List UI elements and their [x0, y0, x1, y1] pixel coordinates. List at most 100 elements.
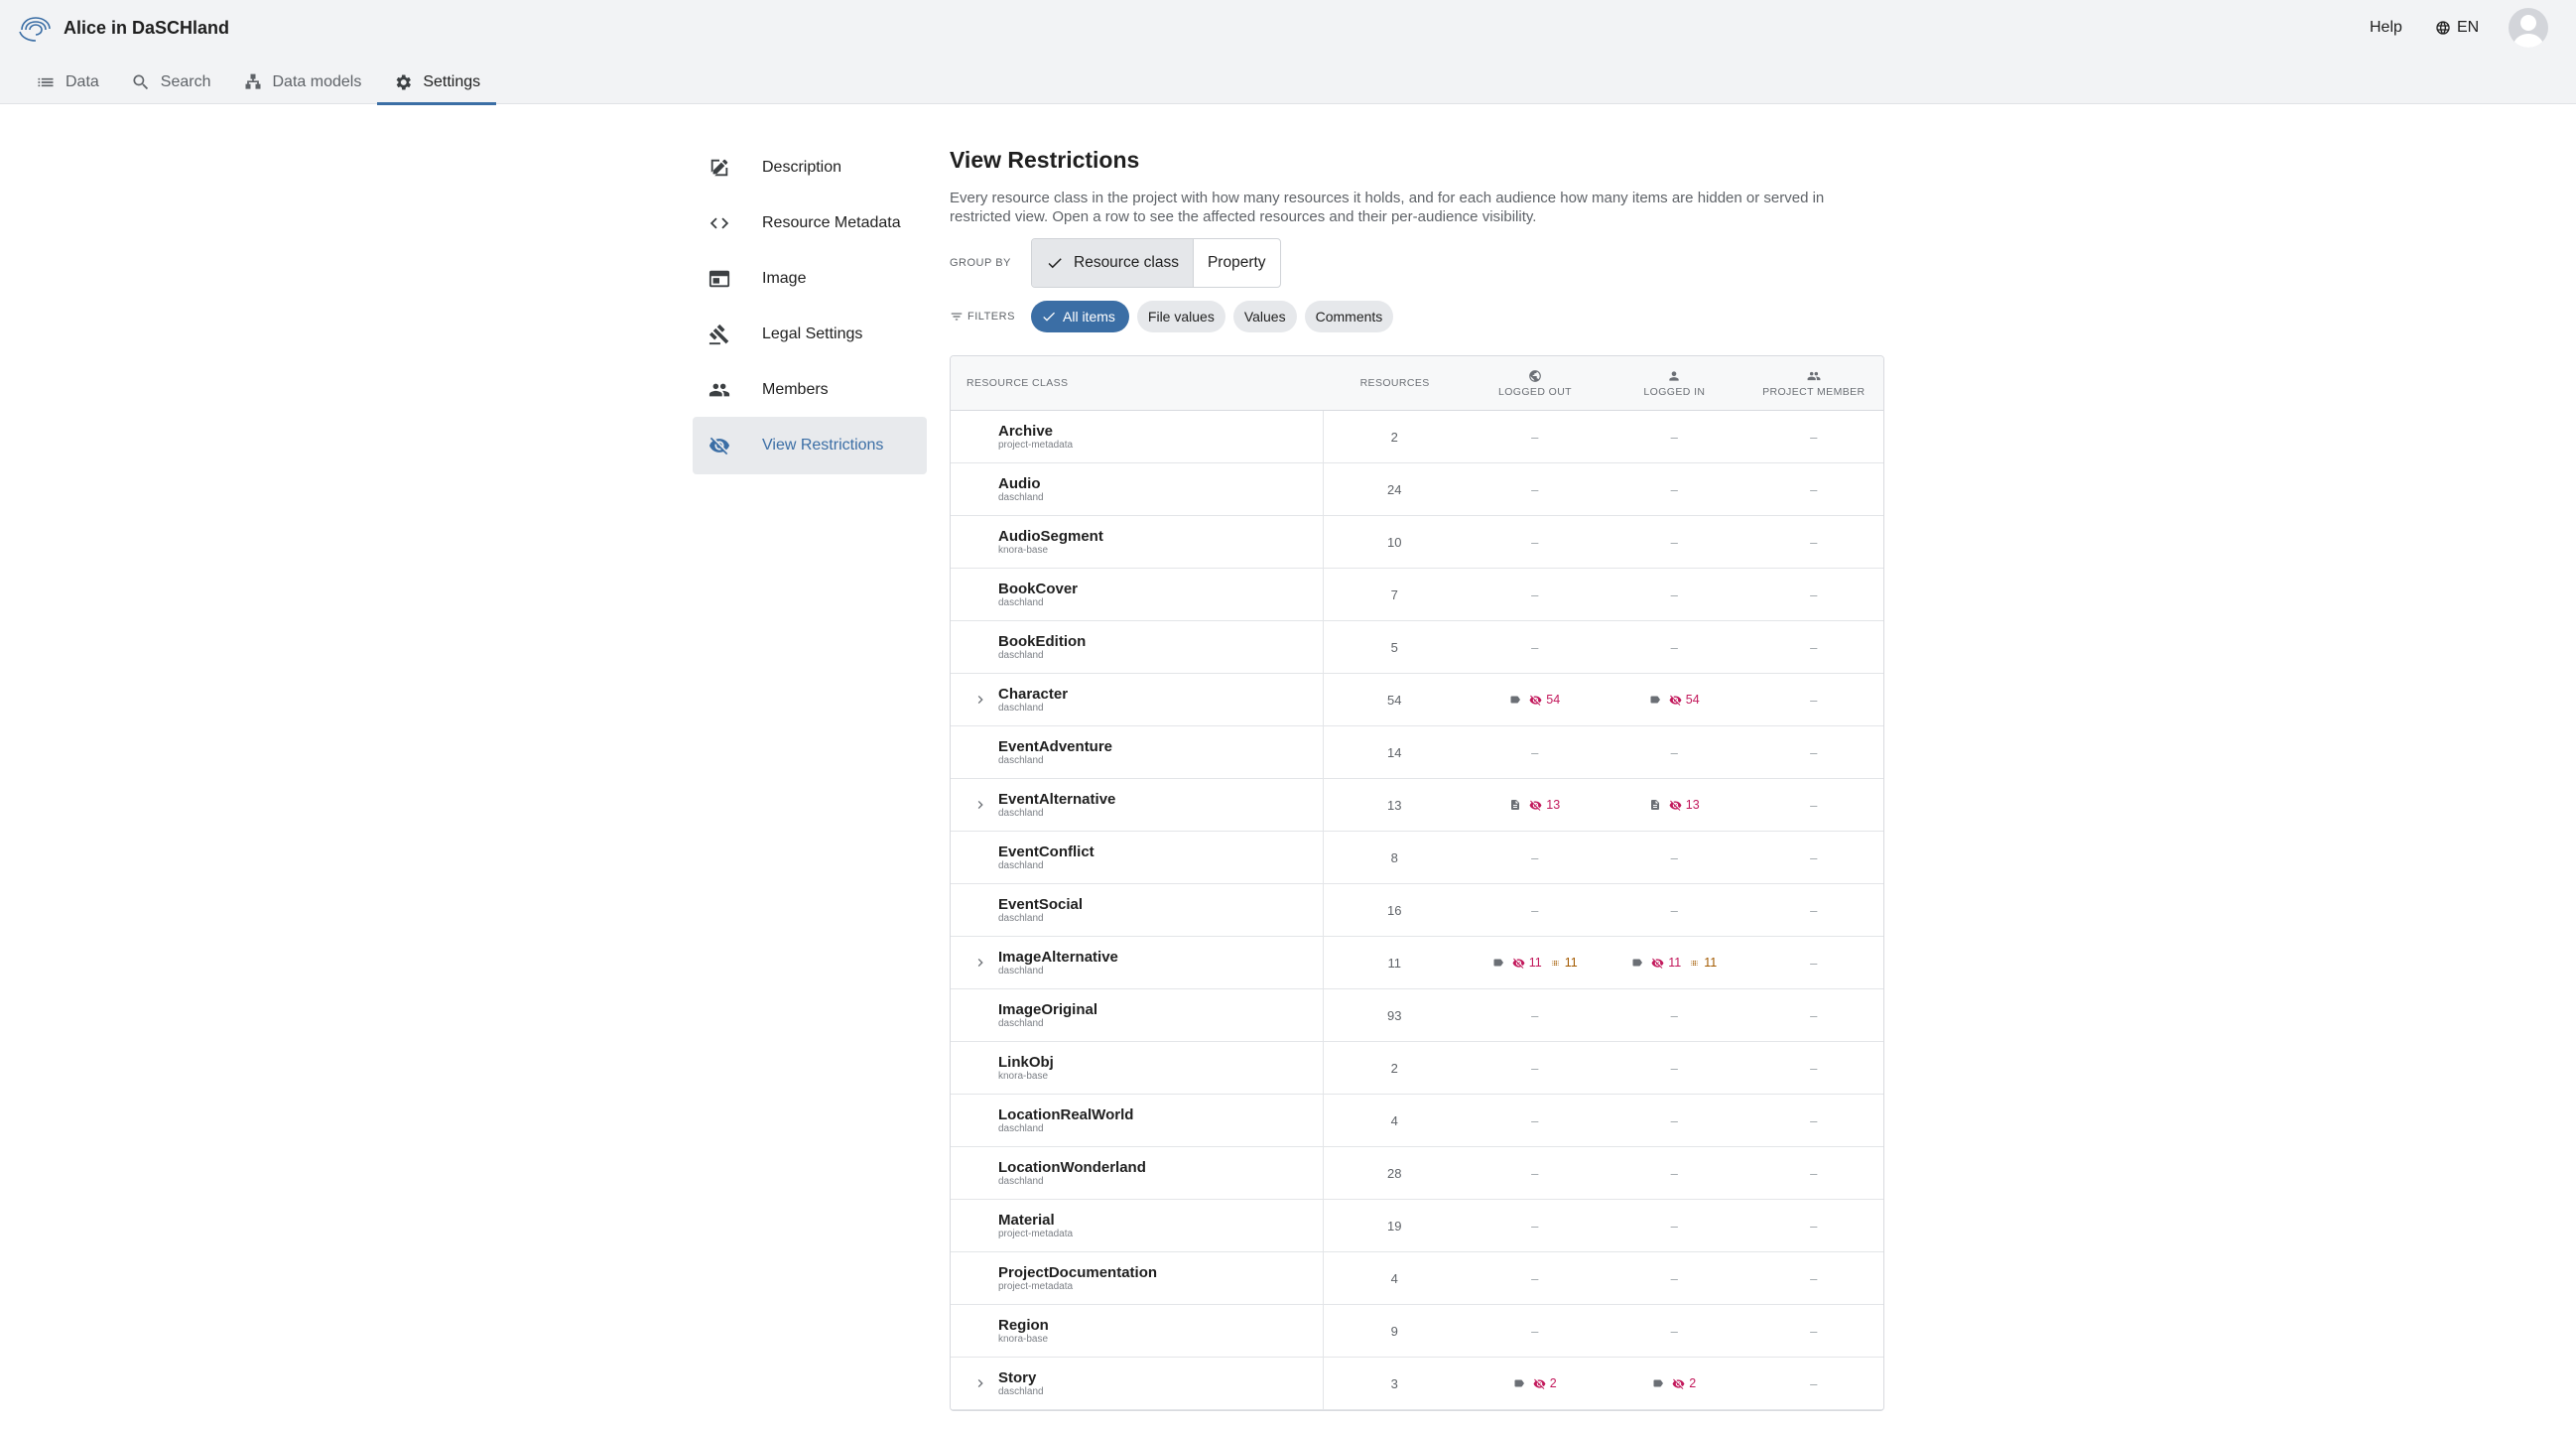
tab-data-models[interactable]: Data models — [227, 62, 378, 103]
class-name-block: BookEdition daschland — [998, 633, 1086, 661]
ontology-name: daschland — [998, 650, 1044, 661]
empty-value: – — [1810, 692, 1818, 708]
label-icon — [1514, 1379, 1524, 1387]
sidebar-item-legal-settings[interactable]: Legal Settings — [693, 306, 927, 363]
empty-value: – — [1670, 1007, 1678, 1023]
user-avatar[interactable] — [2509, 8, 2548, 48]
table-row: Audio daschland 24 – – – — [951, 462, 1883, 516]
header-logged-out[interactable]: LOGGED OUT — [1466, 356, 1605, 410]
class-name: AudioSegment — [998, 528, 1103, 545]
group-by-resource-class[interactable]: Resource class — [1032, 239, 1194, 287]
filter-chip-comments[interactable]: Comments — [1304, 301, 1394, 332]
class-name: LocationRealWorld — [998, 1106, 1134, 1123]
empty-value: – — [1670, 1112, 1678, 1128]
search-icon — [133, 74, 148, 90]
table-row: ProjectDocumentation project-metadata 4 – – – — [951, 1251, 1883, 1305]
restriction-badges: 13 — [1605, 798, 1744, 812]
ontology-name: daschland — [998, 597, 1044, 608]
tab-search[interactable]: Search — [115, 62, 227, 103]
class-name: LocationWonderland — [998, 1159, 1146, 1176]
empty-value: – — [1670, 1165, 1678, 1181]
group-by-toggle: Resource class Property — [1031, 238, 1281, 288]
label-icon — [1650, 696, 1660, 704]
resources-count: 93 — [1387, 1007, 1402, 1023]
header-resource-class[interactable]: RESOURCE CLASS — [951, 356, 1325, 410]
help-link[interactable]: Help — [2370, 14, 2402, 42]
resource-class-cell: Character daschland — [951, 673, 1325, 726]
header-logged-in-label: LOGGED IN — [1643, 385, 1706, 398]
filter-icon — [951, 313, 963, 321]
resources-count: 2 — [1390, 1060, 1398, 1076]
ontology-name: daschland — [998, 1176, 1044, 1187]
empty-value: – — [1531, 849, 1539, 865]
group-icon — [1807, 371, 1821, 380]
restrictions-table: RESOURCE CLASS RESOURCES LOGGED OUT LOGG… — [950, 355, 1884, 1411]
header-project-member[interactable]: PROJECT MEMBER — [1744, 356, 1883, 410]
table-row[interactable]: EventAlternative daschland 13 13 13 – — [951, 778, 1883, 832]
header-logged-in[interactable]: LOGGED IN — [1605, 356, 1743, 410]
empty-value: – — [1810, 586, 1818, 602]
sidebar-item-description[interactable]: Description — [693, 139, 927, 196]
resources-count: 4 — [1390, 1270, 1398, 1286]
empty-value: – — [1810, 429, 1818, 445]
gavel-icon — [708, 324, 729, 345]
chevron-right-icon[interactable] — [972, 955, 988, 971]
table-row[interactable]: Story daschland 3 2 2 – — [951, 1357, 1883, 1410]
class-name-block: Material project-metadata — [998, 1212, 1073, 1239]
chevron-right-icon[interactable] — [972, 1375, 988, 1391]
header-resources[interactable]: RESOURCES — [1325, 356, 1466, 410]
eye-off-icon — [1512, 958, 1525, 969]
label-icon — [1632, 959, 1643, 967]
class-name: BookCover — [998, 581, 1079, 597]
resource-class-cell: Audio daschland — [951, 462, 1325, 516]
resource-class-cell: AudioSegment knora-base — [951, 515, 1325, 569]
empty-value: – — [1810, 849, 1818, 865]
dasch-logo[interactable] — [18, 14, 54, 42]
filter-chip-values[interactable]: Values — [1232, 301, 1297, 332]
class-name: ProjectDocumentation — [998, 1264, 1158, 1281]
type-badge — [1652, 1377, 1664, 1389]
class-name: Audio — [998, 475, 1041, 492]
sidebar-item-view-restrictions[interactable]: View Restrictions — [693, 417, 927, 474]
ontology-name: project-metadata — [998, 1281, 1074, 1292]
filter-chip-label: All items — [1063, 309, 1115, 325]
class-name-block: AudioSegment knora-base — [998, 528, 1103, 556]
sidebar-item-members[interactable]: Members — [693, 361, 927, 419]
table-row: LocationRealWorld daschland 4 – – – — [951, 1094, 1883, 1147]
empty-value: – — [1810, 1270, 1818, 1286]
filter-chip-file-values[interactable]: File values — [1136, 301, 1225, 332]
class-name: Story — [998, 1369, 1037, 1386]
tab-settings[interactable]: Settings — [377, 62, 496, 105]
resources-count: 28 — [1387, 1165, 1402, 1181]
resources-count: 19 — [1387, 1218, 1402, 1234]
person-icon — [2512, 15, 2544, 48]
filter-chip-all-items[interactable]: All items — [1031, 301, 1129, 332]
sidebar-item-image[interactable]: Image — [693, 250, 927, 308]
chevron-right-icon[interactable] — [972, 692, 988, 708]
eye-off-icon — [1669, 800, 1682, 811]
resources-count: 13 — [1387, 797, 1402, 813]
class-name-block: Story daschland — [998, 1369, 1044, 1397]
resource-class-cell: EventSocial daschland — [951, 883, 1325, 937]
class-name: ImageOriginal — [998, 1001, 1098, 1018]
class-name-block: EventConflict daschland — [998, 844, 1095, 871]
blur-icon — [1691, 960, 1698, 966]
resources-count: 11 — [1387, 955, 1401, 971]
blur-icon — [1551, 960, 1559, 966]
hidden-count: 11 — [1668, 956, 1682, 970]
ontology-name: knora-base — [998, 545, 1049, 556]
table-row[interactable]: ImageAlternative daschland 11 11 11 11 11 – — [951, 936, 1883, 989]
language-selector[interactable]: EN — [2435, 14, 2479, 42]
document-icon — [1511, 800, 1520, 810]
sidebar-item-label: Image — [762, 270, 807, 287]
edit-icon — [710, 159, 728, 177]
tab-data[interactable]: Data — [20, 62, 115, 103]
sidebar-item-label: Resource Metadata — [762, 214, 901, 231]
sidebar-item-resource-metadata[interactable]: Resource Metadata — [693, 195, 927, 252]
table-row[interactable]: Character daschland 54 54 54 – — [951, 673, 1883, 726]
empty-value: – — [1531, 1112, 1539, 1128]
class-name: Region — [998, 1317, 1049, 1334]
chevron-right-icon[interactable] — [972, 797, 988, 813]
group-by-property[interactable]: Property — [1194, 239, 1280, 287]
table-row: Material project-metadata 19 – – – — [951, 1199, 1883, 1252]
